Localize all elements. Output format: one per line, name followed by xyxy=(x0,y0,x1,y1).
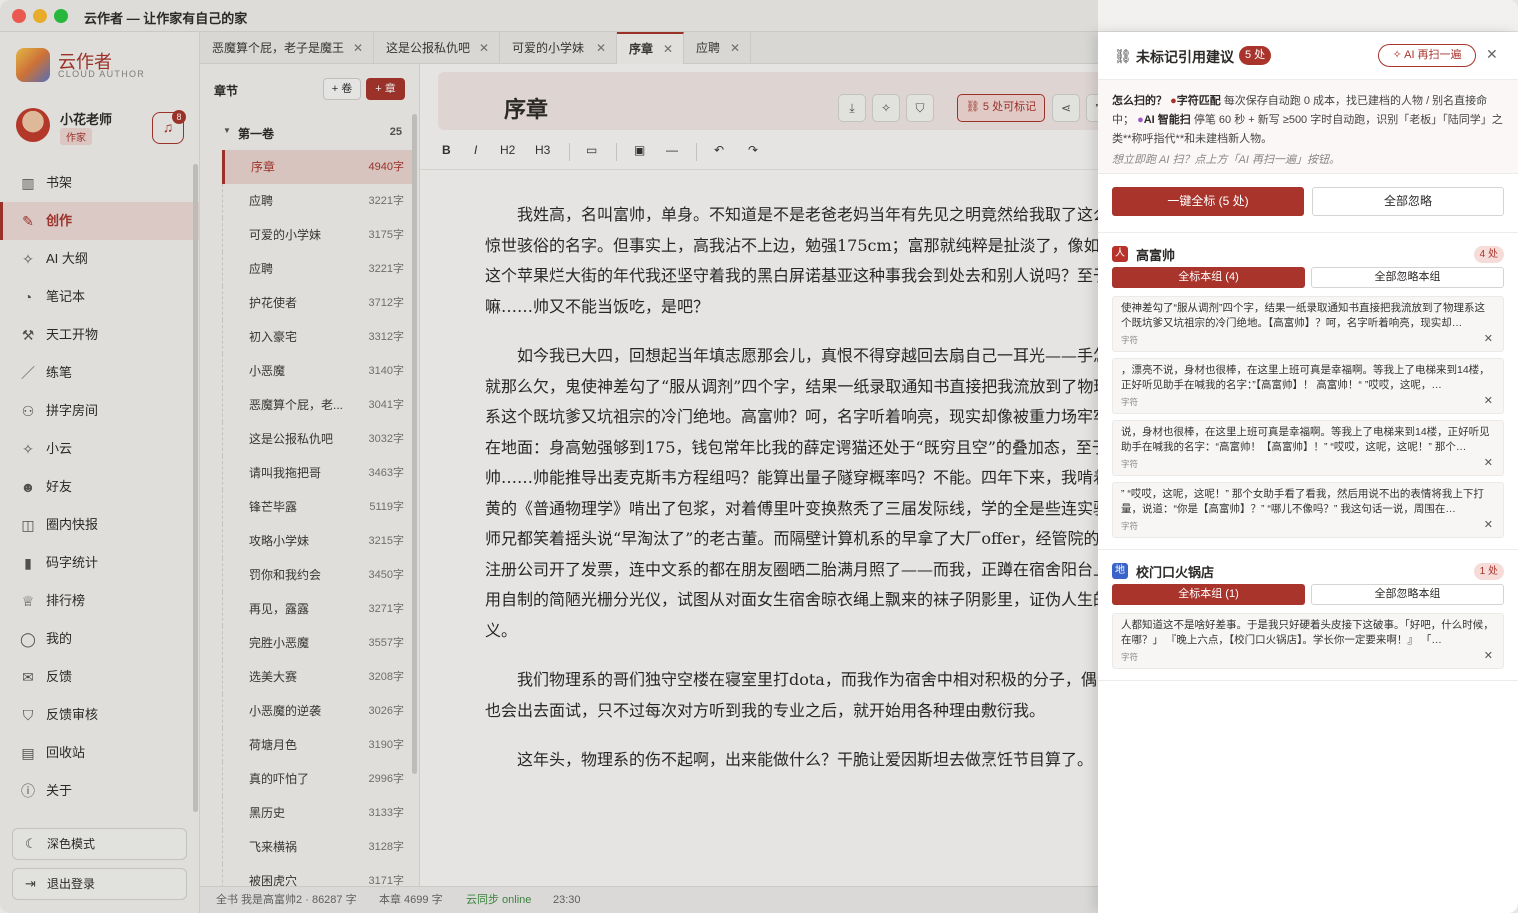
dismiss-icon[interactable]: ✕ xyxy=(1484,332,1493,345)
snippet-text: 说，身材也很棒，在这里上班可真是幸福啊。等我上了电梯来到14楼，正好听见助手在喊… xyxy=(1121,426,1490,453)
ignore-all-button[interactable]: 全部忽略 xyxy=(1312,187,1504,216)
group-divider xyxy=(1098,232,1518,233)
char-match-dot: ● xyxy=(1170,95,1177,107)
info-hint: 想立即跑 AI 扫？点上方「AI 再扫一遍」按钮。 xyxy=(1112,154,1340,166)
sparkle-icon: ✧ xyxy=(1392,49,1405,61)
group-count-badge: 1 处 xyxy=(1473,563,1504,580)
snippet-match-type: 字符 xyxy=(1121,652,1139,662)
group-count-badge: 4 处 xyxy=(1473,246,1504,263)
snippet-match-type: 字符 xyxy=(1121,521,1139,531)
group-name: 高富帅 xyxy=(1136,248,1176,263)
ignore-group-button[interactable]: 全部忽略本组 xyxy=(1311,267,1504,288)
snippet-text: ” “哎哎，这呢，这呢！” 那个女助手看了看我，然后用说不出的表情将我上下打量，… xyxy=(1121,488,1484,515)
close-icon[interactable]: ✕ xyxy=(1486,46,1498,63)
info-char-label: 字符匹配 xyxy=(1176,95,1221,107)
suggestion-snippet[interactable]: ，漂亮不说，身材也很棒，在这里上班可真是幸福啊。等我上了电梯来到14楼，正好听见… xyxy=(1112,358,1504,414)
snippet-text: 人都知道这不是啥好差事。于是我只好硬着头皮接下这破事。「好吧，什么时候，在哪？」… xyxy=(1121,619,1494,646)
snippet-match-type: 字符 xyxy=(1121,459,1139,469)
mark-group-button[interactable]: 全标本组 (1) xyxy=(1112,584,1305,605)
group-divider xyxy=(1098,549,1518,550)
suggestion-snippet[interactable]: ” “哎哎，这呢，这呢！” 那个女助手看了看我，然后用说不出的表情将我上下打量，… xyxy=(1112,482,1504,538)
ignore-group-button[interactable]: 全部忽略本组 xyxy=(1311,584,1504,605)
panel-title: 未标记引用建议 xyxy=(1136,49,1234,65)
group-divider xyxy=(1098,680,1518,681)
panel-header: ⛓ 未标记引用建议 5 处 ✧ AI 再扫一遍 ✕ xyxy=(1098,32,1518,80)
reference-suggestions-panel: ⛓ 未标记引用建议 5 处 ✧ AI 再扫一遍 ✕ 怎么扫的？ ●字符匹配 每次… xyxy=(1098,32,1518,913)
app-window: 云作者 — 让作家有自己的家 云作者 CLOUD AUTHOR 小花老师 作家 … xyxy=(0,0,1518,913)
mark-all-button[interactable]: 一键全标 (5 处) xyxy=(1112,187,1304,216)
mark-group-button[interactable]: 全标本组 (4) xyxy=(1112,267,1305,288)
snippet-text: 使神差勾了“服从调剂”四个字，结果一纸录取通知书直接把我流放到了物理系这个既坑爹… xyxy=(1121,302,1485,329)
entity-type-icon: 人 xyxy=(1112,246,1128,262)
scan-info: 怎么扫的？ ●字符匹配 每次保存自动跑 0 成本，找已建档的人物 / 别名直接命… xyxy=(1098,80,1518,174)
suggestion-snippet[interactable]: 说，身材也很棒，在这里上班可真是幸福啊。等我上了电梯来到14楼，正好听见助手在喊… xyxy=(1112,420,1504,476)
info-question: 怎么扫的？ xyxy=(1112,95,1167,107)
ai-rescan-button[interactable]: ✧ AI 再扫一遍 xyxy=(1378,44,1476,67)
group-name: 校门口火锅店 xyxy=(1136,565,1215,580)
ai-scan-dot: ● xyxy=(1137,114,1144,126)
snippet-text: ，漂亮不说，身材也很棒，在这里上班可真是幸福啊。等我上了电梯来到14楼，正好听见… xyxy=(1121,364,1490,391)
suggestion-snippet[interactable]: 人都知道这不是啥好差事。于是我只好硬着头皮接下这破事。「好吧，什么时候，在哪？」… xyxy=(1112,613,1504,669)
snippet-match-type: 字符 xyxy=(1121,397,1139,407)
link-icon: ⛓ xyxy=(1114,48,1132,64)
dismiss-icon[interactable]: ✕ xyxy=(1484,456,1493,469)
suggestion-count-badge: 5 处 xyxy=(1239,46,1272,65)
modal-backdrop[interactable] xyxy=(0,0,1098,913)
dismiss-icon[interactable]: ✕ xyxy=(1484,518,1493,531)
dismiss-icon[interactable]: ✕ xyxy=(1484,394,1493,407)
suggestion-snippet[interactable]: 使神差勾了“服从调剂”四个字，结果一纸录取通知书直接把我流放到了物理系这个既坑爹… xyxy=(1112,296,1504,352)
dismiss-icon[interactable]: ✕ xyxy=(1484,649,1493,662)
entity-type-icon: 地 xyxy=(1112,563,1128,579)
snippet-match-type: 字符 xyxy=(1121,335,1139,345)
ai-rescan-label: AI 再扫一遍 xyxy=(1404,49,1462,61)
info-ai-label: AI 智能扫 xyxy=(1143,114,1191,126)
